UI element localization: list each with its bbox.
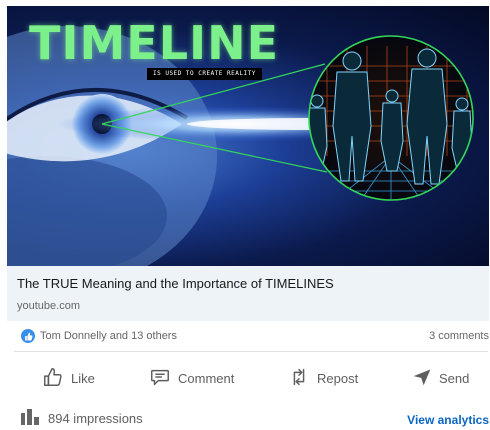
send-button[interactable]: Send — [412, 356, 469, 400]
comments-count[interactable]: 3 comments — [429, 330, 489, 342]
repost-button[interactable]: Repost — [288, 356, 358, 400]
link-domain: youtube.com — [17, 300, 80, 312]
comment-button[interactable]: Comment — [149, 356, 234, 400]
bar-chart-icon — [21, 409, 39, 428]
divider — [14, 351, 488, 352]
reactions-summary[interactable]: Tom Donnelly and 13 others — [21, 329, 177, 343]
send-icon — [412, 367, 432, 390]
thumbnail-title: TIMELINE — [29, 16, 280, 70]
social-counts: Tom Donnelly and 13 others 3 comments — [7, 322, 489, 350]
impressions: 894 impressions — [21, 409, 143, 428]
view-analytics-link[interactable]: View analytics — [407, 413, 489, 427]
comment-label: Comment — [178, 370, 235, 386]
like-button[interactable]: Like — [42, 356, 95, 400]
impressions-text: 894 impressions — [48, 411, 143, 426]
link-preview[interactable]: The TRUE Meaning and the Importance of T… — [7, 266, 489, 321]
repost-label: Repost — [317, 370, 359, 386]
reactions-text: Tom Donnelly and 13 others — [40, 330, 177, 342]
thumbs-up-icon — [42, 366, 64, 391]
post-footer: 894 impressions View analytics — [7, 403, 489, 430]
link-title[interactable]: The TRUE Meaning and the Importance of T… — [17, 276, 334, 291]
repost-icon — [288, 366, 310, 391]
post-card: TIMELINE IS USED TO CREATE REALITY The T… — [0, 0, 490, 430]
action-bar: Like Comment Repost Send — [7, 356, 489, 400]
comment-icon — [149, 366, 171, 391]
video-thumbnail[interactable]: TIMELINE IS USED TO CREATE REALITY — [7, 6, 489, 266]
like-label: Like — [71, 370, 95, 386]
like-reaction-icon — [21, 329, 35, 343]
send-label: Send — [439, 370, 470, 386]
thumbnail-subtitle: IS USED TO CREATE REALITY — [147, 68, 262, 80]
